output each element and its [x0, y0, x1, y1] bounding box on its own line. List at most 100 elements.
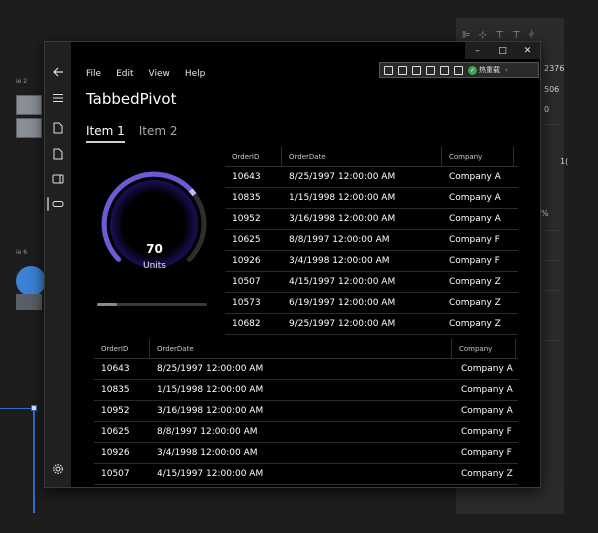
table-row[interactable]: 10926 3/4/1998 12:00:00 AM Company F	[94, 443, 518, 464]
align-middle-icon: ⫩	[528, 30, 535, 41]
cell-orderdate: 3/16/1998 12:00:00 AM	[289, 214, 396, 224]
nav-item-page-3[interactable]	[45, 169, 71, 189]
cell-company: Company A	[461, 385, 513, 395]
hamburger-menu-button[interactable]	[45, 88, 71, 108]
gauge-needle	[188, 188, 197, 197]
column-header-orderdate[interactable]: OrderDate	[150, 339, 452, 358]
align-right-icon: ⊤	[495, 30, 504, 41]
cell-orderdate: 8/8/1997 12:00:00 AM	[157, 427, 258, 437]
accessibility-icon[interactable]	[454, 65, 463, 75]
track-focus-icon[interactable]	[440, 65, 449, 75]
tab-item-1[interactable]: Item 1	[86, 124, 125, 143]
cell-company: Company A	[461, 406, 513, 416]
cell-company: Company F	[461, 448, 512, 458]
cell-orderdate: 4/15/1997 12:00:00 AM	[289, 277, 396, 287]
cell-orderdate: 8/8/1997 12:00:00 AM	[289, 235, 390, 245]
background-thumbnail	[16, 95, 42, 115]
cell-orderid: 10952	[232, 214, 261, 224]
align-left-icon: ⊫	[462, 30, 471, 41]
column-header-company[interactable]: Company	[442, 147, 514, 166]
cell-orderdate: 8/25/1997 12:00:00 AM	[289, 172, 396, 182]
select-element-icon[interactable]	[398, 65, 407, 75]
align-center-icon: ⊹	[478, 30, 488, 41]
tab-item-2[interactable]: Item 2	[139, 124, 178, 143]
menu-file[interactable]: File	[86, 69, 101, 79]
cell-company: Company Z	[449, 277, 501, 287]
menu-view[interactable]: View	[149, 69, 170, 79]
cell-company: Company A	[461, 364, 513, 374]
hot-reload-status[interactable]: ✓ 热重载	[468, 65, 500, 75]
cell-orderid: 10835	[232, 193, 261, 203]
background-align-toolbar: ⊫ ⊹ ⊤ ⊤ ⫩	[462, 30, 534, 41]
table-row[interactable]: 10507 4/15/1997 12:00:00 AM Company Z	[94, 464, 518, 485]
table-row[interactable]: 10952 3/16/1998 12:00:00 AM Company A	[225, 209, 518, 230]
grid-body: 10643 8/25/1997 12:00:00 AM Company A 10835…	[225, 167, 518, 335]
cell-orderdate: 8/25/1997 12:00:00 AM	[157, 364, 264, 374]
column-header-company[interactable]: Company	[452, 339, 516, 358]
cell-company: Company Z	[449, 319, 501, 329]
table-row[interactable]: 10625 8/8/1997 12:00:00 AM Company F	[225, 230, 518, 251]
table-row[interactable]: 10682 9/25/1997 12:00:00 AM Company Z	[225, 314, 518, 335]
nav-item-page-4[interactable]	[45, 194, 71, 214]
data-grid-top[interactable]: OrderID OrderDate Company 10643 8/25/1997…	[225, 147, 518, 335]
background-value: 2376	[544, 64, 565, 73]
cell-company: Company Z	[461, 469, 513, 479]
cell-orderid: 10625	[232, 235, 261, 245]
cell-orderdate: 3/16/1998 12:00:00 AM	[157, 406, 264, 416]
maximize-button[interactable]: □	[490, 42, 515, 59]
table-row[interactable]: 10573 6/19/1997 12:00:00 AM Company Z	[225, 293, 518, 314]
cell-company: Company Z	[449, 298, 501, 308]
live-visual-tree-icon[interactable]	[384, 65, 393, 75]
progress-bar	[97, 303, 207, 306]
background-value: 506	[544, 85, 560, 94]
close-button[interactable]: ✕	[515, 42, 540, 59]
settings-button[interactable]	[45, 459, 71, 479]
cell-orderid: 10926	[101, 448, 130, 458]
cell-orderdate: 1/15/1998 12:00:00 AM	[157, 385, 264, 395]
background-value: 0	[544, 105, 550, 114]
collapse-chevron-icon[interactable]: ‹	[505, 66, 508, 74]
background-ellipse-shape	[16, 266, 46, 296]
layout-adorners-icon[interactable]	[426, 65, 435, 75]
table-row[interactable]: 10643 8/25/1997 12:00:00 AM Company A	[94, 359, 518, 380]
back-arrow-icon	[53, 67, 63, 77]
tablet-icon	[52, 174, 64, 184]
window-controls: – □ ✕	[465, 42, 540, 59]
back-button[interactable]	[45, 62, 71, 82]
table-row[interactable]: 10952 3/16/1998 12:00:00 AM Company A	[94, 401, 518, 422]
cell-orderid: 10507	[232, 277, 261, 287]
background-label: 1(	[560, 157, 569, 166]
table-row[interactable]: 10926 3/4/1998 12:00:00 AM Company F	[225, 251, 518, 272]
table-row[interactable]: 10835 1/15/1998 12:00:00 AM Company A	[225, 188, 518, 209]
radial-gauge[interactable]: 70 Units	[97, 167, 212, 312]
display-adorners-icon[interactable]	[412, 65, 421, 75]
hamburger-icon	[53, 93, 63, 103]
minimize-button[interactable]: –	[465, 42, 490, 59]
menu-edit[interactable]: Edit	[116, 69, 133, 79]
nav-item-page-2[interactable]	[45, 144, 71, 164]
cell-orderdate: 9/25/1997 12:00:00 AM	[289, 319, 396, 329]
cell-company: Company A	[449, 172, 501, 182]
background-label: %	[541, 209, 549, 218]
cell-orderid: 10573	[232, 298, 261, 308]
table-row[interactable]: 10625 8/8/1997 12:00:00 AM Company F	[94, 422, 518, 443]
cell-orderid: 10643	[232, 172, 261, 182]
table-row[interactable]: 10507 4/15/1997 12:00:00 AM Company Z	[225, 272, 518, 293]
table-row[interactable]: 10835 1/15/1998 12:00:00 AM Company A	[94, 380, 518, 401]
gauge-value: 70	[146, 242, 163, 256]
column-header-orderdate[interactable]: OrderDate	[282, 147, 442, 166]
cell-orderid: 10643	[101, 364, 130, 374]
grid-header: OrderID OrderDate Company	[94, 339, 518, 359]
table-row[interactable]: 10643 8/25/1997 12:00:00 AM Company A	[225, 167, 518, 188]
cell-orderdate: 4/15/1997 12:00:00 AM	[157, 469, 264, 479]
check-icon: ✓	[468, 65, 477, 75]
column-header-orderid[interactable]: OrderID	[94, 339, 150, 358]
column-header-orderid[interactable]: OrderID	[225, 147, 282, 166]
data-grid-bottom[interactable]: OrderID OrderDate Company 10643 8/25/1997…	[94, 339, 518, 485]
background-label: ie 2	[16, 78, 28, 85]
nav-item-page-1[interactable]	[45, 118, 71, 138]
menu-help[interactable]: Help	[185, 69, 206, 79]
align-top-icon: ⊤	[511, 30, 521, 41]
app-window: – □ ✕ ✓ 热重载 ‹ File Edit View Help Tabbed…	[44, 41, 541, 488]
cell-company: Company F	[449, 256, 500, 266]
